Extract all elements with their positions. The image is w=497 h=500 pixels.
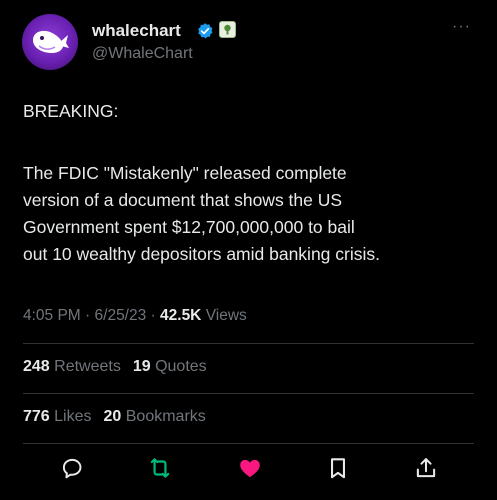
tweet-meta: 4:05 PM · 6/25/23 · 42.5K Views — [23, 307, 247, 325]
bookmarks-label: Bookmarks — [121, 408, 206, 425]
divider — [23, 343, 474, 344]
tweet-line: version of a document that shows the US — [23, 190, 343, 210]
divider — [23, 443, 474, 444]
tweet-date[interactable]: 6/25/23 — [95, 307, 147, 324]
share-icon[interactable] — [413, 455, 439, 481]
like-icon[interactable] — [237, 455, 263, 481]
action-bar — [23, 453, 474, 483]
tweet-line: out 10 wealthy depositors amid banking c… — [23, 244, 380, 264]
tweet-line: The FDIC "Mistakenly" released complete — [23, 163, 347, 183]
stats-row-engagement: 776 Likes 20 Bookmarks — [23, 408, 206, 426]
bookmarks-stat[interactable]: 20 Bookmarks — [104, 408, 206, 425]
handle[interactable]: @WhaleChart — [92, 45, 193, 63]
tweet-line: BREAKING: — [23, 101, 119, 121]
meta-separator: · — [80, 307, 95, 324]
tweet-header: whalechart @WhaleChart ··· — [22, 14, 477, 70]
bookmark-icon[interactable] — [325, 455, 351, 481]
quotes-count: 19 — [132, 358, 151, 375]
more-options-icon[interactable]: ··· — [452, 18, 471, 36]
views-label: Views — [201, 307, 247, 324]
likes-count: 776 — [23, 408, 50, 425]
quotes-label: Quotes — [150, 358, 207, 375]
retweets-label: Retweets — [49, 358, 121, 375]
views-count: 42.5K — [160, 307, 202, 324]
tweet-text-heading: BREAKING: — [23, 98, 478, 125]
retweet-icon[interactable] — [147, 455, 173, 481]
tweet-time[interactable]: 4:05 PM — [23, 307, 81, 324]
likes-stat[interactable]: 776 Likes — [23, 408, 92, 425]
reply-icon[interactable] — [59, 455, 85, 481]
divider — [23, 393, 474, 394]
stats-row-reposts: 248 Retweets 19 Quotes — [23, 358, 207, 376]
display-name[interactable]: whalechart — [92, 21, 181, 41]
quotes-stat[interactable]: 19 Quotes — [133, 358, 207, 375]
avatar[interactable] — [22, 14, 78, 70]
tweet-line: Government spent $12,700,000,000 to bail — [23, 217, 355, 237]
whale-logo-icon — [33, 30, 69, 53]
likes-label: Likes — [49, 408, 92, 425]
retweets-count: 248 — [23, 358, 50, 375]
tweet-text-body: The FDIC "Mistakenly" released complete … — [23, 160, 478, 268]
verified-badge-icon[interactable] — [196, 22, 214, 40]
meta-separator: · — [146, 307, 161, 324]
bookmarks-count: 20 — [103, 408, 122, 425]
affiliate-badge-icon[interactable] — [219, 21, 236, 38]
retweets-stat[interactable]: 248 Retweets — [23, 358, 121, 375]
